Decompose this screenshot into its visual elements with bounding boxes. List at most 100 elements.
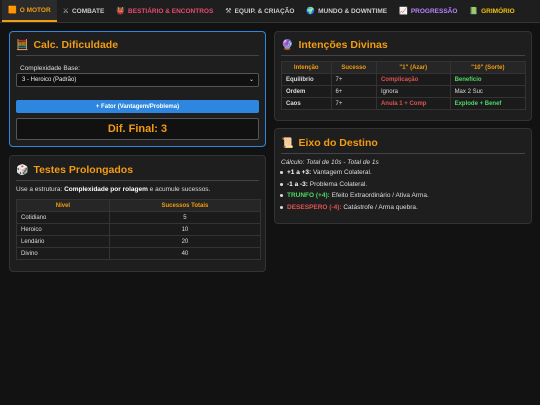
tools-icon: ⚒ [225,7,232,15]
column-header: Intenção [281,61,332,74]
tab-progress-o[interactable]: 📈 PROGRESSÃO [393,0,463,22]
table-row: Equilíbrio 7+ Complicação Benefício [281,73,527,86]
destiny-item-key: -1 a -3: [287,180,308,188]
tab-equip-cria-o[interactable]: ⚒ EQUIP. & CRIAÇÃO [219,0,300,22]
card-title-row: 🧮 Calc. Dificuldade [16,39,118,51]
prolonged-title: Testes Prolongados [33,164,134,176]
prolonged-intro: Use a estrutura: Complexidade por rolage… [16,186,210,193]
cell-success: 7+ [330,97,377,110]
crystal-ball-icon: 🔮 [281,39,294,51]
cell-intent: Ordem [281,85,332,98]
cell-success: 6+ [330,85,377,98]
table-row: Heroico 10 [16,223,262,236]
complexity-select-value: 3 - Heroico (Padrão) [22,77,77,83]
divine-intentions-card: 🔮 Intenções Divinas Intenção Sucesso "1" (… [274,31,532,121]
destiny-item: DESESPERO (-4): Catástrofe / Arma quebra… [280,204,418,211]
destiny-item-desc: Efeito Extraordinário / Ativa Arma. [329,192,429,199]
destiny-item-text: DESESPERO (-4): Catástrofe / Arma quebra… [287,204,418,211]
destiny-item-desc: Catástrofe / Arma quebra. [341,203,418,211]
chevron-down-icon: ⌄ [248,77,254,83]
table-row: Cotidiano 5 [16,211,262,224]
tab-label: MUNDO & DOWNTIME [318,7,388,15]
column-header: "10" (Sorte) [449,61,527,74]
card-title-row: 🔮 Intenções Divinas [281,39,388,51]
destiny-item: TRUNFO (+4): Efeito Extraordinário / Ati… [280,192,429,199]
divider [281,153,525,154]
cell-bad: Ignora [375,85,451,98]
globe-icon: 🌍 [306,7,316,15]
dice-icon: 🎲 [16,164,29,176]
calc-title: Calc. Dificuldade [33,39,119,51]
tab-mundo-downtime[interactable]: 🌍 MUNDO & DOWNTIME [300,0,393,22]
table-row: Caos 7+ Anula 1 + Comp Explode + Benef [281,97,527,110]
column-header: Sucesso [330,61,377,74]
column-header: Sucessos Totais [108,199,262,212]
difficulty-calculator-card: 🧮 Calc. Dificuldade Complexidade Base: 3… [9,31,266,147]
card-title-row: 📜 Eixo do Destino [281,137,378,149]
cell-level: Heroico [16,223,110,236]
cell-level: Lendário [16,235,110,248]
tab-label: EQUIP. & CRIAÇÃO [234,7,295,15]
tab-besti-rio-encontros[interactable]: 👹 BESTIÁRIO & ENCONTROS [110,0,219,22]
intro-bold: Complexidade por rolagem [64,186,148,193]
bullet-dot [280,171,283,174]
cell-level: Divino [16,247,110,260]
destiny-title: Eixo do Destino [298,137,378,149]
cell-total: 20 [108,235,262,248]
tab-label: O MOTOR [19,6,51,14]
destiny-calc-note: Cálculo: Total de 10s - Total de 1s [281,159,379,166]
add-factor-button[interactable]: + Fator (Vantagem/Problema) [16,100,259,113]
divider [16,55,259,56]
destiny-item-text: +1 a +3: Vantagem Colateral. [287,169,372,176]
column-header: "1" (Azar) [375,61,451,74]
destiny-item-key: DESESPERO (-4): [287,203,342,211]
book-icon: 📗 [469,7,479,15]
intro-suffix: e acumule sucessos. [147,186,211,193]
tab-combate[interactable]: ⚔ COMBATE [57,0,111,22]
tab-o-motor[interactable]: 🟧 O MOTOR [2,0,57,22]
final-difficulty-display: Dif. Final: 3 [16,118,259,140]
abacus-icon: 🧮 [16,39,29,51]
swords-icon: ⚔ [62,7,69,15]
cell-total: 40 [108,247,262,260]
cell-bad: Anula 1 + Comp [375,97,451,110]
destiny-item-desc: Vantagem Colateral. [311,169,372,176]
bullet-dot [280,182,283,186]
engine-icon: 🟧 [8,6,17,14]
monster-icon: 👹 [116,7,126,15]
complexity-select[interactable]: 3 - Heroico (Padrão) ⌄ [16,73,259,87]
prolonged-tests-card: 🎲 Testes Prolongados Use a estrutura: Co… [9,155,266,272]
cell-success: 7+ [330,73,377,86]
divine-table: Intenção Sucesso "1" (Azar) "10" (Sorte) Equ… [281,61,527,110]
cell-level: Cotidiano [16,211,110,224]
destiny-item-text: TRUNFO (+4): Efeito Extraordinário / Ati… [287,192,429,199]
tab-label: BESTIÁRIO & ENCONTROS [128,7,214,15]
tab-label: COMBATE [71,7,105,15]
card-title-row: 🎲 Testes Prolongados [16,164,133,176]
tab-label: PROGRESSÃO [410,7,458,15]
top-nav: 🟧 O MOTOR ⚔ COMBATE 👹 BESTIÁRIO & ENCONTROS ⚒ E… [0,0,540,23]
destiny-item-text: -1 a -3: Problema Colateral. [287,181,367,188]
cell-total: 10 [108,223,262,236]
destiny-item-key: TRUNFO (+4): [287,192,330,199]
complexity-label: Complexidade Base: [20,65,80,72]
tab-grim-rio[interactable]: 📗 GRIMÓRIO [463,0,520,22]
cell-good: Explode + Benef [449,97,527,110]
bullet-dot [280,205,283,209]
table-row: Ordem 6+ Ignora Max 2 Suc [281,85,527,98]
destiny-item: +1 a +3: Vantagem Colateral. [280,169,372,176]
cell-good: Max 2 Suc [449,85,527,98]
bullet-dot [280,194,283,197]
prolonged-table: Nível Sucessos Totais Cotidiano 5 Heroico 10 L… [16,199,262,260]
divider [16,180,259,181]
destiny-item-desc: Problema Colateral. [307,180,368,188]
divider [281,55,525,56]
table-row: Divino 40 [16,247,262,260]
cell-total: 5 [108,211,262,224]
divine-title: Intenções Divinas [298,39,388,51]
cell-intent: Caos [281,97,332,110]
cell-bad: Complicação [375,73,451,86]
column-header: Nível [16,199,110,212]
destiny-item: -1 a -3: Problema Colateral. [280,181,367,188]
destiny-item-key: +1 a +3: [287,169,312,176]
